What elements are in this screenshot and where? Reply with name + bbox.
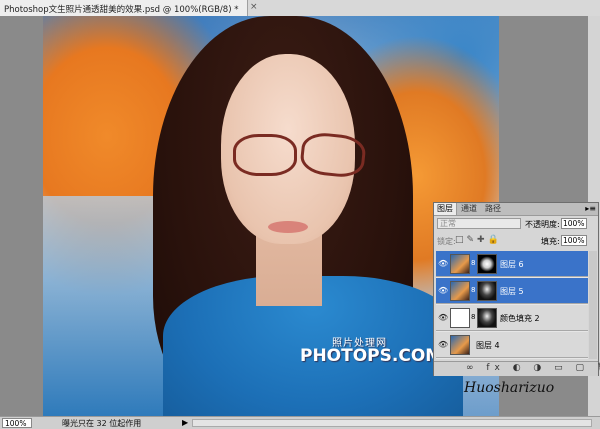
close-tab-icon[interactable]: × (250, 2, 258, 12)
photo-lips (268, 221, 308, 233)
document-title: Photoshop文生照片通透甜美的效果.psd @ 100%(RGB/8) (4, 5, 232, 15)
layer-row[interactable]: 👁 8 图层 6 (436, 251, 588, 277)
layer-thumbnail (450, 281, 470, 301)
document-tab-bar: Photoshop文生照片通透甜美的效果.psd @ 100%(RGB/8) *… (0, 0, 600, 17)
layer-mask-thumbnail[interactable] (477, 254, 497, 274)
tab-layers[interactable]: 图层 (434, 203, 457, 215)
layer-row[interactable]: 👁 8 颜色填充 2 (436, 305, 588, 331)
layer-name: 图层 5 (500, 287, 524, 296)
panel-footer: ∞ fx ◐ ◑ ▭ ▢ 🗑 (434, 361, 600, 376)
status-menu-arrow-icon[interactable]: ▶ (182, 418, 188, 427)
zoom-field[interactable]: 100% (2, 418, 32, 428)
layers-list: 👁 8 图层 6 👁 8 图层 5 👁 8 颜色填充 2 👁 图层 4 (436, 251, 588, 359)
link-icon: 8 (471, 286, 476, 294)
layer-name: 图层 4 (476, 341, 500, 350)
blend-opacity-row: 正常 不透明度: 100% (437, 218, 595, 230)
status-bar: 100% 曝光只在 32 位起作用 ▶ (0, 416, 600, 429)
eye-icon[interactable]: 👁 (438, 259, 448, 268)
opacity-input[interactable]: 100% (561, 218, 587, 229)
layer-thumbnail (450, 335, 470, 355)
photo-glasses-left (233, 134, 297, 176)
opacity-label: 不透明度: (525, 220, 560, 229)
layer-mask-thumbnail[interactable] (477, 308, 497, 328)
tab-paths[interactable]: 路径 (482, 203, 504, 215)
fill-layer-thumbnail (450, 308, 470, 328)
status-info: 曝光只在 32 位起作用 (62, 419, 142, 428)
watermark-en: PHOTOPS.COM (300, 346, 443, 366)
blend-mode-select[interactable]: 正常 (437, 218, 521, 229)
horizontal-scrollbar[interactable] (192, 419, 592, 427)
tab-channels[interactable]: 通道 (458, 203, 480, 215)
eye-icon[interactable]: 👁 (438, 340, 448, 349)
layer-thumbnail (450, 254, 470, 274)
modified-mark: * (234, 5, 239, 15)
panel-footer-icons[interactable]: ∞ fx ◐ ◑ ▭ ▢ 🗑 (466, 363, 600, 373)
layer-name: 颜色填充 2 (500, 314, 540, 323)
eye-icon[interactable]: 👁 (438, 313, 448, 322)
lock-fill-row: 锁定: □✎✚🔒 填充: 100% (437, 235, 595, 247)
lock-label: 锁定: (437, 237, 456, 246)
panel-scrollbar[interactable] (589, 251, 597, 359)
fill-label: 填充: (541, 237, 560, 246)
photo-background (43, 196, 163, 416)
layer-name: 图层 6 (500, 260, 524, 269)
link-icon: 8 (471, 313, 476, 321)
panel-menu-icon[interactable]: ▸≡ (585, 204, 596, 213)
layer-row[interactable]: 👁 图层 4 (436, 332, 588, 358)
link-icon: 8 (471, 259, 476, 267)
lock-icons[interactable]: □✎✚🔒 (455, 235, 502, 245)
fill-input[interactable]: 100% (561, 235, 587, 246)
eye-icon[interactable]: 👁 (438, 286, 448, 295)
document-tab[interactable]: Photoshop文生照片通透甜美的效果.psd @ 100%(RGB/8) * (0, 0, 248, 16)
signature: Huosharizuo (464, 380, 555, 396)
layer-mask-thumbnail[interactable] (477, 281, 497, 301)
layer-row[interactable]: 👁 8 图层 5 (436, 278, 588, 304)
panel-tabs: 图层 通道 路径 ▸≡ (434, 203, 598, 216)
layers-panel: 图层 通道 路径 ▸≡ 正常 不透明度: 100% 锁定: □✎✚🔒 填充: 1… (433, 202, 600, 376)
